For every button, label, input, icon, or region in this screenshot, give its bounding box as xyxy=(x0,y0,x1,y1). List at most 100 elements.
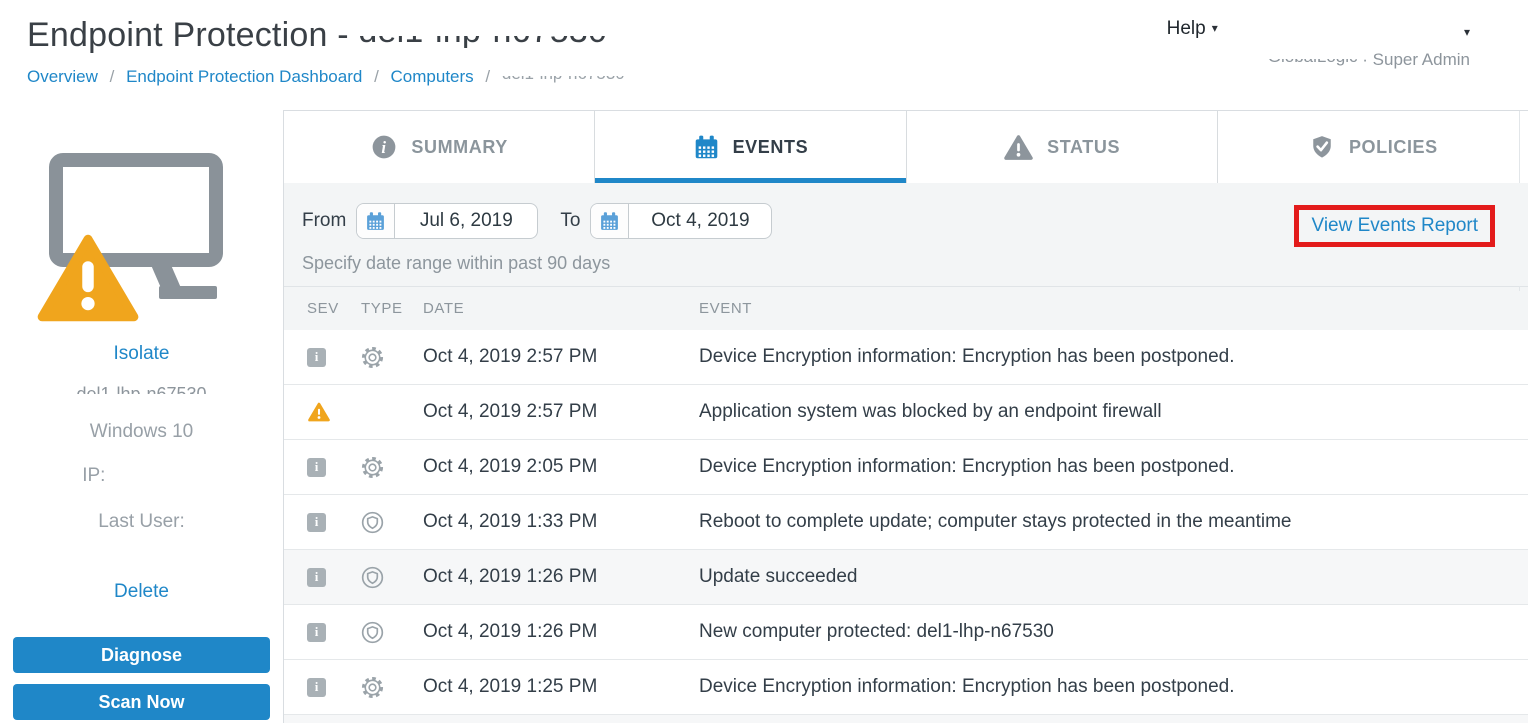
breadcrumb-separator: / xyxy=(110,67,115,86)
event-date: Oct 4, 2019 2:57 PM xyxy=(423,401,699,423)
partial-next-row xyxy=(284,715,1528,723)
event-date: Oct 4, 2019 1:33 PM xyxy=(423,511,699,533)
tab-policies-label: POLICIES xyxy=(1349,137,1438,158)
device-sidebar: Isolate del1-lhp-n67530 Windows 10 IP: L… xyxy=(0,110,284,723)
tab-summary[interactable]: i SUMMARY xyxy=(284,111,594,183)
to-label: To xyxy=(560,210,580,232)
last-user-label: Last User: xyxy=(0,511,283,533)
from-date-input[interactable]: Jul 6, 2019 xyxy=(395,204,537,238)
tab-events[interactable]: EVENTS xyxy=(594,111,905,183)
redacted-device-name: del1-lhp-n67530 xyxy=(358,36,607,48)
from-date-control: Jul 6, 2019 xyxy=(356,203,538,239)
redacted-hostname: del1-lhp-n67530 xyxy=(76,385,206,394)
page-header: Endpoint Protection - del1-lhp-n67530 Ov… xyxy=(0,0,1528,110)
shield-check-icon xyxy=(1308,133,1336,162)
delete-link[interactable]: Delete xyxy=(114,581,169,602)
from-calendar-button[interactable] xyxy=(357,204,395,238)
breadcrumb-computers[interactable]: Computers xyxy=(391,67,474,86)
shield-circle-icon xyxy=(361,566,384,589)
device-hostname: del1-lhp-n67530 xyxy=(0,385,283,399)
event-text: Update succeeded xyxy=(699,566,1528,588)
scan-now-button[interactable]: Scan Now xyxy=(13,684,270,720)
gear-icon xyxy=(361,346,384,369)
column-header-date: DATE xyxy=(423,300,699,317)
events-table-header: SEV TYPE DATE EVENT xyxy=(284,286,1528,330)
event-text: Reboot to complete update; computer stay… xyxy=(699,511,1528,533)
column-header-event: EVENT xyxy=(699,300,1528,317)
breadcrumb-endpoint-dashboard[interactable]: Endpoint Protection Dashboard xyxy=(126,67,362,86)
shield-circle-icon xyxy=(361,621,384,644)
info-circle-icon: i xyxy=(370,133,398,161)
calendar-icon xyxy=(365,211,386,232)
info-severity-icon: i xyxy=(307,623,326,642)
tab-summary-label: SUMMARY xyxy=(411,137,508,158)
breadcrumb: Overview / Endpoint Protection Dashboard… xyxy=(27,67,1528,87)
info-severity-icon: i xyxy=(307,568,326,587)
annotation-highlight-box: View Events Report xyxy=(1294,205,1495,247)
tab-status[interactable]: STATUS xyxy=(906,111,1217,183)
last-user-value xyxy=(0,543,283,561)
event-date: Oct 4, 2019 2:05 PM xyxy=(423,456,699,478)
column-header-sev: SEV xyxy=(307,300,361,317)
table-row[interactable]: i Oct 4, 2019 1:26 PM New computer prote… xyxy=(284,605,1528,660)
account-user-menu[interactable]: ▾ xyxy=(1268,18,1470,42)
event-text: Device Encryption information: Encryptio… xyxy=(699,346,1528,368)
to-date-input[interactable]: Oct 4, 2019 xyxy=(629,204,771,238)
events-table-body: i Oct 4, 2019 2:57 PM Device Encryption … xyxy=(284,330,1528,715)
table-row[interactable]: i Oct 4, 2019 1:25 PM Device Encryption … xyxy=(284,660,1528,715)
warning-triangle-icon xyxy=(1003,133,1034,162)
ip-label: IP: xyxy=(82,465,105,486)
table-row[interactable]: i Oct 4, 2019 2:57 PM Device Encryption … xyxy=(284,330,1528,385)
redacted-org-name: GlobalLogic xyxy=(1268,59,1358,66)
breadcrumb-current-device: del1-lhp-n67530 xyxy=(502,76,625,83)
help-label: Help xyxy=(1167,18,1206,39)
device-status-visual xyxy=(47,152,237,317)
info-severity-icon: i xyxy=(307,513,326,532)
gear-icon xyxy=(361,676,384,699)
redacted-user-name xyxy=(1280,18,1458,38)
table-row[interactable]: i Oct 4, 2019 1:33 PM Reboot to complete… xyxy=(284,495,1528,550)
shield-circle-icon xyxy=(361,511,384,534)
svg-text:i: i xyxy=(382,138,387,157)
event-date: Oct 4, 2019 1:25 PM xyxy=(423,676,699,698)
tab-status-label: STATUS xyxy=(1047,137,1120,158)
tab-events-label: EVENTS xyxy=(733,137,809,158)
column-header-type: TYPE xyxy=(361,300,423,317)
breadcrumb-separator: / xyxy=(485,67,490,86)
event-text: New computer protected: del1-lhp-n67530 xyxy=(699,621,1528,643)
help-menu[interactable]: Help ▾ xyxy=(1167,18,1218,40)
view-events-report-link[interactable]: View Events Report xyxy=(1311,215,1478,236)
event-date: Oct 4, 2019 1:26 PM xyxy=(423,621,699,643)
warning-triangle-icon xyxy=(35,231,141,325)
tab-policies[interactable]: POLICIES xyxy=(1217,111,1528,183)
redacted-ip-value xyxy=(111,465,201,481)
date-range-hint: Specify date range within past 90 days xyxy=(302,253,1488,274)
isolate-link[interactable]: Isolate xyxy=(114,343,170,364)
device-ip: IP: xyxy=(0,465,283,487)
account-role: Super Admin xyxy=(1373,50,1470,69)
events-filter-bar: From Ju xyxy=(284,183,1528,286)
info-severity-icon: i xyxy=(307,678,326,697)
diagnose-button[interactable]: Diagnose xyxy=(13,637,270,673)
device-os: Windows 10 xyxy=(0,421,283,443)
gear-icon xyxy=(361,456,384,479)
event-text: Device Encryption information: Encryptio… xyxy=(699,456,1528,478)
table-row[interactable]: i Oct 4, 2019 2:05 PM Device Encryption … xyxy=(284,440,1528,495)
breadcrumb-separator: / xyxy=(374,67,379,86)
detail-tabs: i SUMMARY EVENTS xyxy=(284,111,1528,183)
event-date: Oct 4, 2019 1:26 PM xyxy=(423,566,699,588)
event-date: Oct 4, 2019 2:57 PM xyxy=(423,346,699,368)
from-label: From xyxy=(302,210,346,232)
breadcrumb-overview[interactable]: Overview xyxy=(27,67,98,86)
calendar-icon xyxy=(693,134,720,161)
account-separator: · xyxy=(1362,50,1368,69)
device-detail-panel: i SUMMARY EVENTS xyxy=(284,110,1528,723)
to-calendar-button[interactable] xyxy=(591,204,629,238)
page-title-prefix: Endpoint Protection - xyxy=(27,16,349,54)
account-menu: ▾ GlobalLogic · Super Admin xyxy=(1268,18,1470,70)
calendar-icon xyxy=(599,211,620,232)
event-text: Application system was blocked by an end… xyxy=(699,401,1528,423)
table-row[interactable]: i Oct 4, 2019 2:57 PM Application system… xyxy=(284,385,1528,440)
table-row[interactable]: i Oct 4, 2019 1:26 PM Update succeeded xyxy=(284,550,1528,605)
chevron-down-icon: ▾ xyxy=(1212,21,1218,35)
